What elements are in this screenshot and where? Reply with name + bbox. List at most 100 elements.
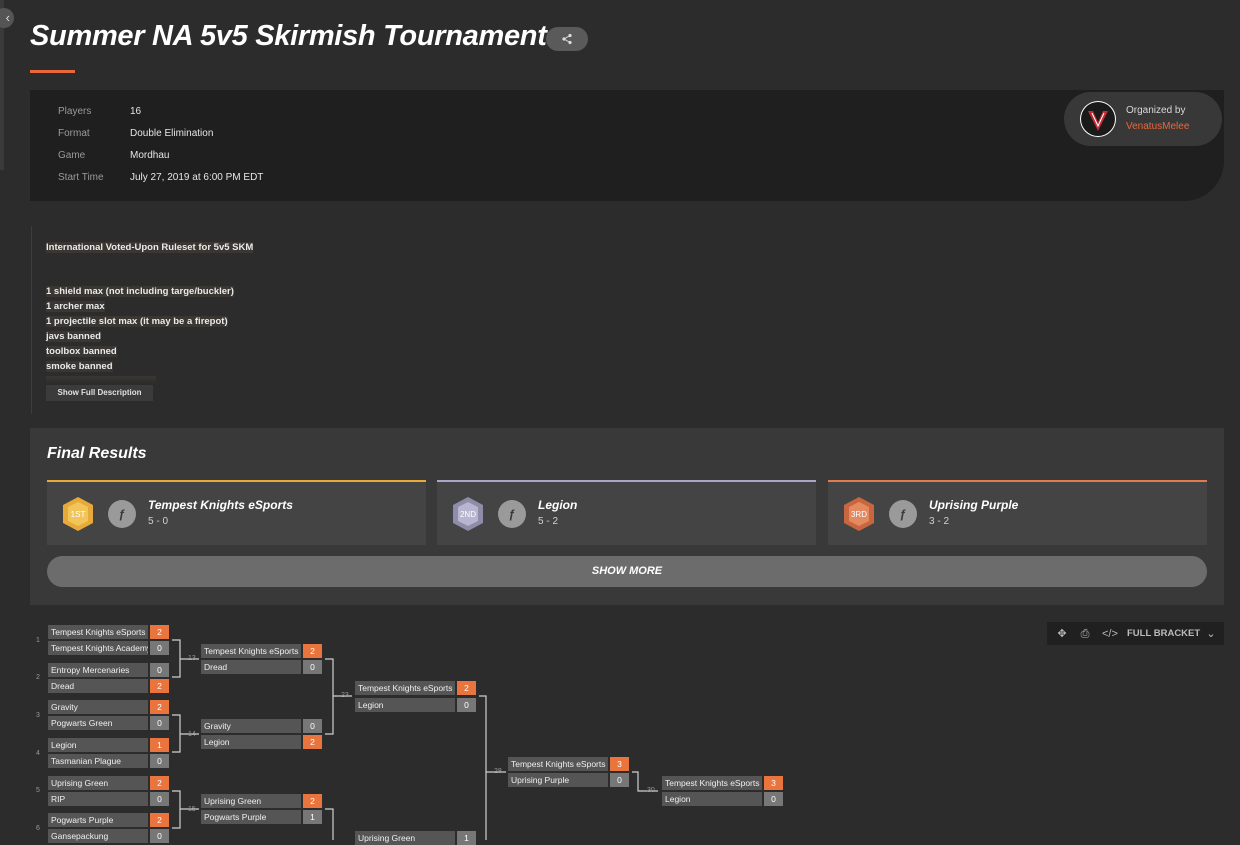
- share-icon: [562, 33, 572, 45]
- bracket-team-score: 1: [457, 831, 476, 845]
- third-place-card[interactable]: 3RD ƒ Uprising Purple 3 - 2: [828, 480, 1207, 545]
- bracket-slot[interactable]: Dread 0: [201, 660, 322, 674]
- bracket-slot[interactable]: Tempest Knights eSports 2: [355, 681, 476, 695]
- chevron-down-icon[interactable]: ⌄: [1204, 627, 1218, 641]
- move-icon[interactable]: ✥: [1055, 627, 1069, 641]
- bracket-slot[interactable]: Gansepackung 0: [48, 829, 169, 843]
- bracket-team-name: Pogwarts Green: [48, 716, 148, 730]
- bracket-team-name: Uprising Green: [48, 776, 148, 790]
- second-place-accent-bar: [437, 480, 816, 482]
- bracket-slot[interactable]: Gravity 2: [48, 700, 169, 714]
- embed-code-icon[interactable]: </>: [1102, 627, 1118, 641]
- first-place-record: 5 - 0: [148, 516, 169, 527]
- bracket-slot[interactable]: Tasmanian Plague 0: [48, 754, 169, 768]
- match-number: 30: [647, 787, 655, 794]
- match-number: 4: [36, 750, 40, 757]
- bracket-slot[interactable]: Pogwarts Purple 1: [201, 810, 322, 824]
- bracket-slot[interactable]: Entropy Mercenaries 0: [48, 663, 169, 677]
- first-place-badge-text: 1ST: [71, 510, 86, 519]
- share-button[interactable]: [546, 27, 588, 51]
- page-title: Summer NA 5v5 Skirmish Tournament: [30, 20, 547, 52]
- bracket-slot[interactable]: Uprising Green 1: [355, 831, 476, 845]
- first-place-card[interactable]: 1ST ƒ Tempest Knights eSports 5 - 0: [47, 480, 426, 545]
- team-logo-icon: ƒ: [108, 500, 136, 528]
- second-place-card[interactable]: 2ND ƒ Legion 5 - 2: [437, 480, 816, 545]
- second-place-team[interactable]: Legion: [538, 498, 577, 512]
- bracket-slot[interactable]: RIP 0: [48, 792, 169, 806]
- third-place-badge-text: 3RD: [851, 510, 867, 519]
- bracket-team-score: 0: [150, 641, 169, 655]
- bracket-team-name: Uprising Green: [355, 831, 455, 845]
- bracket-slot[interactable]: Tempest Knights eSports 2: [201, 644, 322, 658]
- bracket-slot[interactable]: Legion 0: [355, 698, 476, 712]
- match-number: 14: [188, 731, 196, 738]
- bracket-slot[interactable]: Uprising Green 2: [48, 776, 169, 790]
- bracket-slot[interactable]: Uprising Green 2: [201, 794, 322, 808]
- organizer-name-link[interactable]: VenatusMelee: [1126, 121, 1189, 132]
- description-line: 1 archer max: [46, 301, 105, 312]
- bracket-team-score: 2: [150, 625, 169, 639]
- bracket-team-name: RIP: [48, 792, 148, 806]
- info-value: July 27, 2019 at 6:00 PM EDT: [130, 172, 264, 183]
- bracket-team-name: Gravity: [201, 719, 301, 733]
- info-row-format: Format Double Elimination: [58, 128, 213, 139]
- description-heading: International Voted-Upon Ruleset for 5v5…: [46, 242, 254, 253]
- full-bracket-dropdown[interactable]: FULL BRACKET: [1127, 628, 1200, 639]
- bracket-slot[interactable]: Gravity 0: [201, 719, 322, 733]
- bracket-slot[interactable]: Tempest Knights eSports 3: [508, 757, 629, 771]
- organizer-pill[interactable]: Organized by VenatusMelee: [1064, 92, 1222, 146]
- info-row-players: Players 16: [58, 106, 141, 117]
- bracket-slot[interactable]: Pogwarts Green 0: [48, 716, 169, 730]
- bracket-slot[interactable]: Uprising Purple 0: [508, 773, 629, 787]
- bracket-team-score: 3: [610, 757, 629, 771]
- bracket-slot[interactable]: Tempest Knights eSports 2: [48, 625, 169, 639]
- title-accent-underline: [30, 70, 75, 73]
- print-icon[interactable]: ⎙: [1078, 627, 1092, 641]
- match-number: 28: [494, 768, 502, 775]
- description-fade: [46, 376, 156, 384]
- info-key: Format: [58, 128, 90, 139]
- bracket-team-score: 1: [150, 738, 169, 752]
- team-logo-icon: ƒ: [498, 500, 526, 528]
- third-place-team[interactable]: Uprising Purple: [929, 498, 1018, 512]
- bracket-team-name: Uprising Green: [201, 794, 301, 808]
- bracket-team-name: Tempest Knights eSports: [508, 757, 608, 771]
- organizer-logo-icon: [1081, 102, 1115, 136]
- bracket-team-name: Pogwarts Purple: [201, 810, 301, 824]
- team-logo-icon: ƒ: [889, 500, 917, 528]
- bracket-slot[interactable]: Legion 0: [662, 792, 783, 806]
- show-full-description-button[interactable]: Show Full Description: [46, 385, 153, 401]
- bracket-team-score: 1: [303, 810, 322, 824]
- back-arrow-icon[interactable]: ‹: [0, 8, 14, 28]
- bracket-team-name: Uprising Purple: [508, 773, 608, 787]
- bracket-slot[interactable]: Legion 1: [48, 738, 169, 752]
- bracket-team-score: 0: [150, 792, 169, 806]
- bracket-team-score: 0: [303, 719, 322, 733]
- bracket-slot[interactable]: Tempest Knights Academy 0: [48, 641, 169, 655]
- description-line: javs banned: [46, 331, 101, 342]
- show-more-button[interactable]: SHOW MORE: [47, 556, 1207, 587]
- bracket-team-name: Tempest Knights eSports: [201, 644, 301, 658]
- bracket-slot[interactable]: Tempest Knights eSports 3: [662, 776, 783, 790]
- bracket-team-name: Legion: [355, 698, 455, 712]
- bracket-slot[interactable]: Legion 2: [201, 735, 322, 749]
- bracket-team-score: 2: [150, 813, 169, 827]
- description-line: 1 shield max (not including targe/buckle…: [46, 286, 234, 297]
- bracket-team-score: 0: [457, 698, 476, 712]
- bracket-team-name: Dread: [48, 679, 148, 693]
- tournament-info-card: Players 16 Format Double Elimination Gam…: [30, 90, 1224, 201]
- info-row-game: Game Mordhau: [58, 150, 169, 161]
- final-results-section: Final Results 1ST ƒ Tempest Knights eSpo…: [30, 428, 1224, 605]
- info-value: Double Elimination: [130, 128, 214, 139]
- first-place-team[interactable]: Tempest Knights eSports: [148, 498, 293, 512]
- bracket-team-score: 0: [610, 773, 629, 787]
- bracket-slot[interactable]: Dread 2: [48, 679, 169, 693]
- bracket-team-score: 0: [764, 792, 783, 806]
- match-number: 5: [36, 787, 40, 794]
- match-number: 1: [36, 637, 40, 644]
- bracket-team-name: Tempest Knights eSports: [662, 776, 762, 790]
- description-line: smoke banned: [46, 361, 113, 372]
- bracket-slot[interactable]: Pogwarts Purple 2: [48, 813, 169, 827]
- bracket-team-score: 0: [150, 663, 169, 677]
- info-key: Players: [58, 106, 92, 117]
